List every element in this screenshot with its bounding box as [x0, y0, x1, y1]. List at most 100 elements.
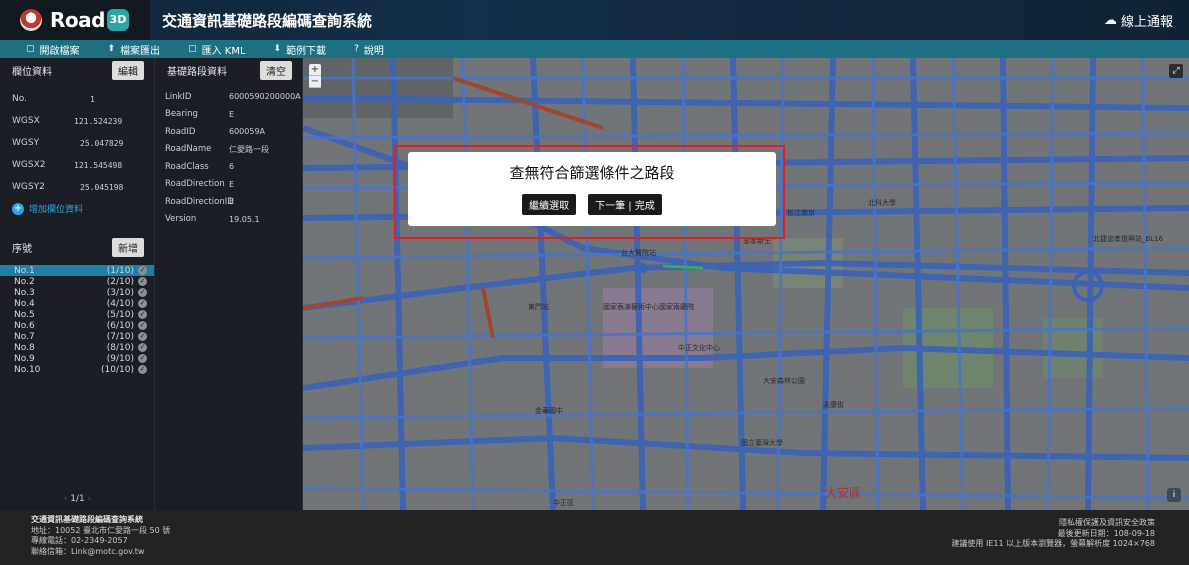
item-count: (10/10) [101, 364, 134, 375]
field-value: E [229, 109, 235, 119]
field-panel: 欄位資料 編輯 No. 1 WGSX 121.524239 WGSY 25.04782… [0, 58, 155, 510]
field-value: 1 [90, 94, 95, 104]
toolbar: ▢ 開啟檔案 ⬆ 檔案匯出 ▢ 匯入 KML ⬇ 範例下載 ? 說明 [0, 40, 1189, 58]
map-label: 北捷忠孝復興站_BL16 [1093, 235, 1164, 243]
item-count: (3/10) [106, 287, 134, 298]
field-key: No. [12, 94, 27, 104]
export-file-button[interactable]: ⬆ 檔案匯出 [108, 42, 161, 57]
map-label: 東門站 [528, 303, 549, 311]
online-report-link[interactable]: ☁ 線上通報 [1104, 11, 1173, 30]
map-label: 中正區 [553, 499, 574, 507]
item-count: (2/10) [106, 276, 134, 287]
check-icon: ✓ [138, 321, 147, 330]
item-name: No.4 [14, 298, 35, 309]
check-icon: ✓ [138, 332, 147, 341]
footer-phone: 專線電話：02-2349-2057 [31, 536, 128, 545]
road-panel: 基礎路段資料 清空 LinkID 6000590200000A Bearing E … [155, 58, 303, 510]
road-panel-title: 基礎路段資料 [167, 66, 227, 78]
map-label: 國家表演藝術中心國家兩廳院 [603, 303, 694, 311]
road-field-row: LinkID 6000590200000A [155, 88, 302, 106]
folder-icon: ▢ [26, 44, 35, 54]
field-value: E [229, 197, 235, 207]
import-kml-button[interactable]: ▢ 匯入 KML [188, 42, 245, 57]
district-label: 大安區 [825, 486, 862, 500]
download-icon: ⬇ [273, 44, 282, 54]
item-name: No.7 [14, 331, 35, 342]
list-item[interactable]: No.2 (2/10) ✓ [0, 276, 154, 287]
logo[interactable]: Road 3D [0, 0, 150, 40]
check-icon: ✓ [138, 266, 147, 275]
item-name: No.6 [14, 320, 35, 331]
field-key: Bearing [165, 109, 198, 120]
field-row: WGSY2 25.045198 [0, 176, 154, 198]
last-updated: 最後更新日期：108-09-18 [1057, 528, 1155, 538]
field-value: 6000590200000A [229, 92, 301, 102]
field-row: WGSY 25.047829 [0, 132, 154, 154]
upload-icon: ⬆ [107, 44, 116, 54]
motc-emblem-icon [20, 9, 42, 31]
check-icon: ✓ [138, 354, 147, 363]
continue-select-button[interactable]: 繼續選取 [522, 194, 577, 215]
help-button[interactable]: ? 說明 [354, 42, 384, 57]
item-name: No.9 [14, 353, 35, 364]
field-value: 25.047829 [80, 138, 124, 148]
sample-download-button[interactable]: ⬇ 範例下載 [274, 42, 327, 57]
online-report-label: 線上通報 [1120, 14, 1173, 30]
fullscreen-icon[interactable]: ⤢ [1169, 64, 1183, 78]
edit-button[interactable]: 編輯 [112, 60, 144, 80]
list-item[interactable]: No.1 (1/10) ✓ [0, 265, 154, 276]
zoom-out-button[interactable]: − [309, 76, 321, 88]
map-label: 北科大學 [868, 199, 896, 207]
field-value: 19.05.1 [229, 214, 260, 224]
pager: ‹ 1/1 › [0, 494, 155, 504]
list-item[interactable]: No.5 (5/10) ✓ [0, 309, 154, 320]
open-file-button[interactable]: ▢ 開啟檔案 [26, 42, 80, 57]
next-page-button[interactable]: › [88, 494, 92, 504]
add-field-label: 增加欄位資料 [29, 205, 84, 215]
sequence-title: 序號 [12, 243, 32, 255]
field-value: 仁愛路一段 [229, 144, 269, 154]
item-name: No.5 [14, 309, 35, 320]
road-field-row: RoadClass 6 [155, 158, 302, 176]
prev-page-button[interactable]: ‹ [64, 494, 68, 504]
page-indicator: 1/1 [70, 494, 85, 504]
field-value: 25.045198 [80, 182, 124, 192]
help-label: 說明 [363, 45, 384, 57]
logo-text: Road [50, 8, 105, 32]
list-item[interactable]: No.3 (3/10) ✓ [0, 287, 154, 298]
footer-email[interactable]: 聯絡信箱：Link@motc.gov.tw [31, 547, 170, 558]
help-icon: ? [354, 44, 359, 54]
field-value: E [229, 179, 235, 189]
zoom-in-button[interactable]: + [309, 64, 321, 76]
map-label: 大安森林公園 [763, 377, 805, 385]
list-item[interactable]: No.7 (7/10) ✓ [0, 331, 154, 342]
privacy-policy-link[interactable]: 隱私權保護及資訊安全政策 [951, 518, 1155, 529]
app-window: Road 3D 交通資訊基礎路段編碼查詢系統 ☁ 線上通報 ▢ 開啟檔案 ⬆ 檔… [0, 0, 1189, 565]
export-file-label: 檔案匯出 [120, 45, 161, 57]
list-item[interactable]: No.9 (9/10) ✓ [0, 353, 154, 364]
field-key: WGSY [12, 138, 40, 148]
map-view[interactable]: + − ⤢ 中正區 國家表演藝術中心國家兩廳院 中正文化中心 台大醫院站 東門站… [303, 58, 1189, 510]
check-icon: ✓ [138, 299, 147, 308]
sequence-list: No.1 (1/10) ✓ No.2 (2/10) ✓ No.3 (3/10) ✓ No.4… [0, 265, 154, 375]
add-field-link[interactable]: + 增加欄位資料 [0, 202, 154, 215]
alert-message: 查無符合篩選條件之路段 [509, 164, 675, 182]
next-finish-button[interactable]: 下一筆 | 完成 [588, 194, 662, 215]
info-icon[interactable]: i [1167, 488, 1181, 502]
footer-address: 地址：10052 臺北市仁愛路一段 50 號 [31, 525, 171, 535]
item-count: (8/10) [106, 342, 134, 353]
list-item[interactable]: No.10 (10/10) ✓ [0, 364, 154, 375]
clear-button[interactable]: 清空 [260, 60, 292, 80]
list-item[interactable]: No.4 (4/10) ✓ [0, 298, 154, 309]
add-sequence-button[interactable]: 新增 [112, 237, 144, 257]
app-title: 交通資訊基礎路段編碼查詢系統 [162, 11, 373, 30]
field-key: RoadClass [165, 161, 209, 172]
footer-info: 隱私權保護及資訊安全政策 最後更新日期：108-09-18 建議使用 IE11 … [951, 518, 1155, 550]
item-count: (7/10) [106, 331, 134, 342]
item-name: No.3 [14, 287, 35, 298]
list-item[interactable]: No.8 (8/10) ✓ [0, 342, 154, 353]
map-label: 松江南京 [787, 209, 815, 217]
item-name: No.10 [14, 364, 41, 375]
list-item[interactable]: No.6 (6/10) ✓ [0, 320, 154, 331]
sample-download-label: 範例下載 [286, 45, 327, 57]
